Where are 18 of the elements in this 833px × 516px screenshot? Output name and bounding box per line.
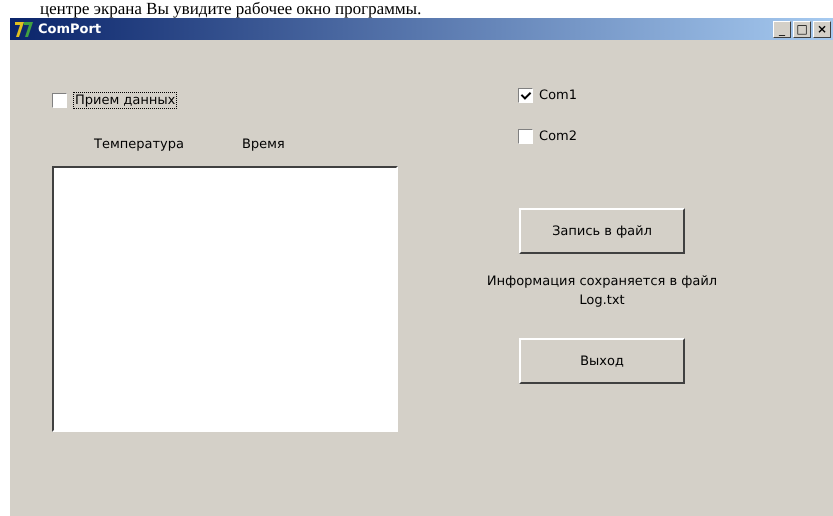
checkbox[interactable] [52,93,67,108]
exit-button[interactable]: Выход [519,338,685,384]
minimize-button[interactable]: _ [773,20,791,38]
info-text: Информация сохраняется в файл [486,274,718,289]
window-title: ComPort [38,22,102,36]
port-checkbox[interactable]: Com1 [518,88,577,103]
receive-checkbox[interactable]: Прием данных [52,92,402,109]
maximize-button[interactable]: □ [793,20,811,38]
column-header: Температура [94,137,184,152]
app-icon [14,20,34,38]
checkbox[interactable] [518,88,533,103]
save-button[interactable]: Запись в файл [519,208,685,254]
document-text: центре экрана Вы увидите рабочее окно программы. [39,0,422,18]
column-header: Время [242,137,285,152]
close-button[interactable]: × [813,20,831,38]
port-checkbox[interactable]: Com2 [518,129,577,144]
checkbox[interactable] [518,129,533,144]
info-text: Log.txt [579,293,625,308]
